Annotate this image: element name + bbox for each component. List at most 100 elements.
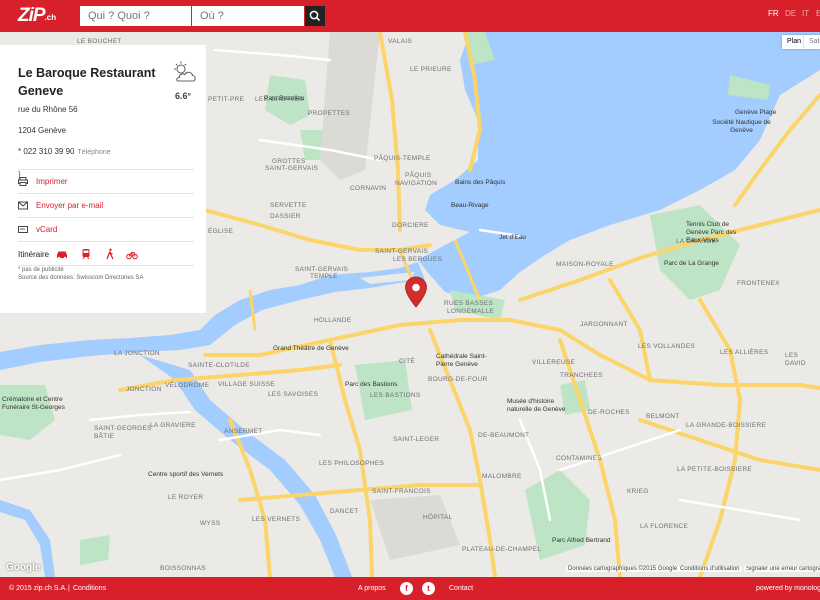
poi-label[interactable]: Société Nautique de Genève — [704, 119, 779, 135]
print-button[interactable]: Imprimer } — [18, 169, 194, 193]
copyright-text: © 2015 zip.ch S.A. — [9, 585, 68, 592]
map-label: VILLEREUSE — [532, 359, 576, 366]
logo-suffix: .ch — [44, 13, 57, 22]
map-label: LA JONCTION — [114, 350, 160, 357]
map-label: LES SAVOISES — [268, 391, 319, 398]
business-info-panel: Le Baroque Restaurant Geneve 6.6° rue du… — [0, 45, 206, 313]
conditions-link[interactable]: Conditions — [73, 585, 106, 592]
data-source-note: Source des données: Swisscom Directories… — [18, 275, 144, 281]
car-icon[interactable] — [56, 248, 68, 260]
map-label: LA FLORENCE — [640, 523, 689, 530]
map-type-plan-button[interactable]: Plan — [782, 35, 804, 49]
lang-it[interactable]: IT — [802, 9, 809, 18]
map-label: DAVID — [785, 360, 806, 367]
itinerary-label: Itinéraire — [18, 250, 50, 259]
poi-label[interactable]: Tennis Club de Genève Parc des Eaux-Vive… — [686, 221, 744, 245]
google-logo[interactable]: Google — [6, 562, 40, 573]
poi-label[interactable]: Crématoire et Centre Funéraire St-George… — [2, 396, 82, 412]
map-label: HOLLANDE — [314, 317, 352, 324]
map-label: PLATEAU-DE-CHAMPEL — [462, 546, 542, 553]
page-footer: © 2015 zip.ch S.A. | Conditions A propos… — [0, 577, 820, 600]
map-label: RUES BASSES — [444, 300, 494, 307]
poi-label[interactable]: Grand Théâtre de Genève — [273, 345, 349, 353]
zip-logo[interactable]: ZiP.ch — [18, 5, 60, 27]
walking-icon[interactable] — [104, 248, 116, 260]
map-label: LES PHILOSOPHES — [319, 460, 385, 467]
temperature: 6.6° — [175, 91, 192, 101]
map-label: LES VOLLANDES — [638, 343, 696, 350]
email-button[interactable]: Envoyer par e-mail — [18, 193, 194, 217]
twitter-icon[interactable]: t — [422, 582, 435, 595]
phone-number[interactable]: * 022 310 39 90 Téléphone — [18, 147, 111, 156]
poi-label[interactable]: Jet d'Eau — [499, 234, 526, 242]
map-label: LES BASTIONS — [370, 392, 421, 399]
map-label: LES BERGUES — [393, 256, 443, 263]
map-label: SAINT-FRANCOIS — [372, 488, 431, 495]
map-label: PÂQUIS-TEMPLE — [374, 155, 431, 162]
search-where-input[interactable] — [192, 6, 304, 26]
map-label: LA GRANDE-BOISSIERE — [686, 422, 767, 429]
map-label: WYSS — [200, 520, 221, 527]
map-label: CONTAMINES — [556, 455, 602, 462]
map-label: BOISSONNAS — [160, 565, 206, 572]
poi-label[interactable]: Genève Plage — [735, 109, 776, 117]
logo-text: ZiP — [18, 5, 46, 26]
poi-label[interactable]: Musée d'histoire naturelle de Genève — [507, 398, 567, 414]
map-label: SAINT-GERVAIS — [375, 248, 429, 255]
map-label: PROPETTES — [308, 110, 351, 117]
lang-de[interactable]: DE — [785, 9, 796, 18]
itinerary-row: Itinéraire — [18, 241, 194, 265]
map-type-satellite-button[interactable]: Satellite — [804, 35, 820, 49]
poi-label[interactable]: Parc des Bastions — [345, 381, 397, 389]
map-label: FRONTENEX — [737, 280, 780, 287]
contact-link[interactable]: Contact — [449, 585, 473, 592]
apropos-link[interactable]: A propos — [358, 585, 386, 592]
poi-label[interactable]: Parc Beaulieu — [264, 95, 304, 103]
powered-by-text[interactable]: powered by monolog — [756, 585, 820, 592]
map-label: CORNAVIN — [350, 185, 387, 192]
vcard-button[interactable]: vCard — [18, 217, 194, 241]
map-label: JARGONNANT — [580, 321, 628, 328]
poi-label[interactable]: Parc Alfred Bertrand — [552, 537, 611, 545]
map-label: VALAIS — [388, 38, 413, 45]
business-title: Le Baroque Restaurant Geneve — [18, 66, 156, 98]
map-label: SAINTE-CLOTILDE — [188, 362, 250, 369]
map-label: TRANCHEES — [560, 372, 603, 379]
report-map-error-link[interactable]: Signaler une erreur cartographique — [744, 566, 820, 572]
poi-label[interactable]: Cathédrale Saint-Pierre Genève — [436, 353, 498, 369]
lang-en[interactable]: EN — [816, 9, 820, 18]
train-icon[interactable] — [80, 248, 92, 260]
map-label: SAINT-GERVAIS — [295, 266, 349, 273]
poi-label[interactable]: Beau-Rivage — [451, 202, 489, 210]
map-data-attribution: Données cartographiques ©2015 Google — [566, 566, 680, 572]
map-label: MAISON-ROYALE — [556, 261, 614, 268]
map-label: LES VERNETS — [252, 516, 301, 523]
cloudy-weather-icon — [174, 61, 196, 82]
map-label: LES ALLIÈRES — [720, 349, 769, 356]
map-label: TEMPLE — [310, 273, 338, 280]
map-label: LONGEMALLE — [447, 308, 495, 315]
vcard-label: vCard — [36, 225, 58, 234]
poi-label[interactable]: Centre sportif des Vernets — [148, 471, 223, 479]
map-label: DASSIER — [270, 213, 301, 220]
print-label: Imprimer — [36, 177, 68, 186]
phone-value: * 022 310 39 90 — [18, 147, 75, 156]
envelope-icon — [18, 201, 28, 210]
facebook-icon[interactable]: f — [400, 582, 413, 595]
map-label: SAINT-LEGER — [393, 436, 440, 443]
location-pin-icon[interactable] — [404, 276, 428, 308]
poi-label[interactable]: Parc de La Grange — [664, 260, 719, 268]
search-button[interactable] — [305, 6, 325, 26]
bicycle-icon[interactable] — [126, 248, 138, 260]
map-label: KRIEG — [627, 488, 649, 495]
terms-of-use-link[interactable]: Conditions d'utilisation — [678, 566, 742, 572]
printer-icon — [18, 177, 28, 186]
top-header: ZiP.ch FR DE IT EN — [0, 0, 820, 32]
map-label: LE BOUCHET — [77, 38, 122, 45]
poi-label[interactable]: Bains des Pâquis — [455, 179, 505, 187]
search-what-input[interactable] — [80, 6, 191, 26]
map-label: LA PETITE-BOISSIERE — [677, 466, 753, 473]
lang-fr[interactable]: FR — [768, 9, 779, 18]
map-label: BELMONT — [646, 413, 680, 420]
map-label: DANCET — [330, 508, 359, 515]
